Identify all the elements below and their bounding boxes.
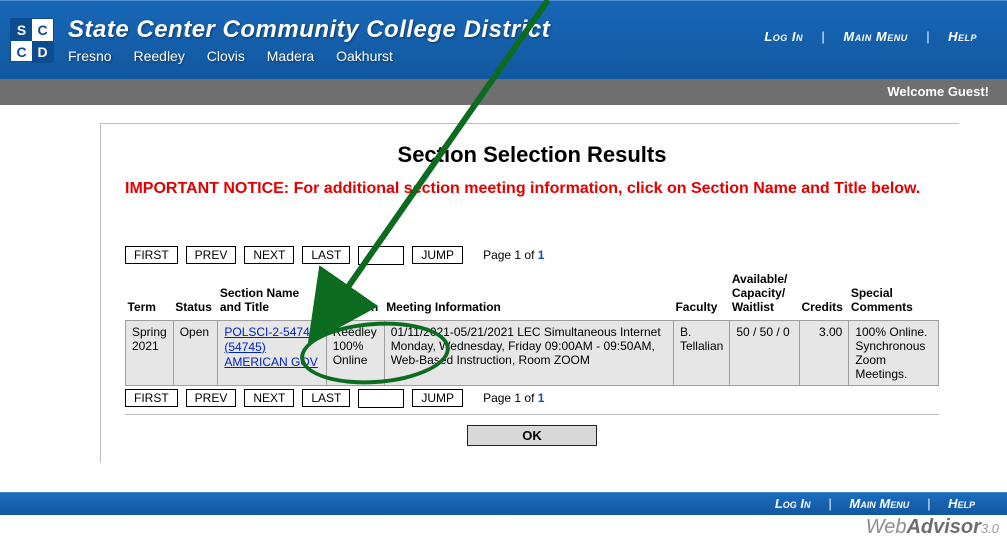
page-title: Section Selection Results (125, 142, 939, 168)
col-avail: Available/ Capacity/ Waitlist (730, 269, 800, 321)
nav-separator: | (927, 496, 931, 511)
cell-faculty: B. Tellalian (673, 320, 729, 385)
login-link[interactable]: Log In (750, 29, 817, 44)
col-status: Status (173, 269, 218, 321)
col-location: Location (326, 269, 384, 321)
help-link[interactable]: Help (934, 496, 989, 511)
col-meeting: Meeting Information (384, 269, 673, 321)
first-button[interactable]: FIRST (125, 389, 178, 407)
next-button[interactable]: NEXT (244, 246, 294, 264)
nav-separator: | (828, 496, 832, 511)
top-banner: S C C D State Center Community College D… (0, 0, 1007, 79)
col-faculty: Faculty (673, 269, 729, 321)
last-button[interactable]: LAST (302, 246, 350, 264)
col-section: Section Name and Title (218, 269, 326, 321)
table-row: Spring 2021 Open POLSCI-2-54745 (54745) … (126, 320, 939, 385)
section-link[interactable]: POLSCI-2-54745 (54745) AMERICAN GOV (224, 325, 317, 370)
campus: Fresno (68, 48, 112, 64)
login-link[interactable]: Log In (761, 496, 825, 511)
next-button[interactable]: NEXT (244, 389, 294, 407)
prev-button[interactable]: PREV (186, 246, 237, 264)
jump-button[interactable]: JUMP (412, 389, 463, 407)
prev-button[interactable]: PREV (186, 389, 237, 407)
results-table: Term Status Section Name and Title Locat… (125, 269, 939, 386)
bottom-nav: Log In | Main Menu | Help (0, 492, 1007, 515)
content-panel: Section Selection Results IMPORTANT NOTI… (100, 123, 959, 463)
page-info: Page 1 of 1 (483, 391, 544, 405)
help-link[interactable]: Help (934, 29, 991, 44)
nav-separator: | (821, 29, 825, 44)
pager-top: FIRST PREV NEXT LAST JUMP Page 1 of 1 (125, 246, 939, 265)
pager-bottom: FIRST PREV NEXT LAST JUMP Page 1 of 1 (125, 389, 939, 408)
cell-location: Reedley 100% Online (326, 320, 384, 385)
top-nav-links: Log In | Main Menu | Help (750, 29, 991, 44)
cell-comments: 100% Online. Synchronous Zoom Meetings. (849, 320, 939, 385)
cell-avail: 50 / 50 / 0 (730, 320, 800, 385)
first-button[interactable]: FIRST (125, 246, 178, 264)
jump-input[interactable] (358, 246, 404, 265)
campus: Clovis (207, 48, 245, 64)
main-menu-link[interactable]: Main Menu (829, 29, 921, 44)
campus: Reedley (133, 48, 184, 64)
last-button[interactable]: LAST (302, 389, 350, 407)
page-info: Page 1 of 1 (483, 248, 544, 262)
welcome-bar: Welcome Guest! (0, 79, 1007, 105)
table-header-row: Term Status Section Name and Title Locat… (126, 269, 939, 321)
col-comments: Special Comments (849, 269, 939, 321)
cell-meeting: 01/11/2021-05/21/2021 LEC Simultaneous I… (384, 320, 673, 385)
main-menu-link[interactable]: Main Menu (835, 496, 923, 511)
jump-button[interactable]: JUMP (412, 246, 463, 264)
divider (125, 414, 939, 415)
welcome-text: Welcome Guest! (887, 84, 989, 99)
col-term: Term (126, 269, 174, 321)
webadvisor-brand: WebAdvisor3.0 (866, 516, 999, 539)
cell-credits: 3.00 (799, 320, 848, 385)
campus-list: Fresno Reedley Clovis Madera Oakhurst (68, 48, 989, 64)
cell-term: Spring 2021 (126, 320, 174, 385)
campus: Madera (267, 48, 314, 64)
campus: Oakhurst (336, 48, 393, 64)
col-credits: Credits (799, 269, 848, 321)
important-notice: IMPORTANT NOTICE: For additional section… (125, 178, 939, 200)
district-logo-icon: S C C D (10, 18, 54, 62)
jump-input[interactable] (358, 389, 404, 408)
cell-section: POLSCI-2-54745 (54745) AMERICAN GOV (218, 320, 326, 385)
ok-button[interactable]: OK (467, 425, 597, 446)
cell-status: Open (173, 320, 218, 385)
nav-separator: | (926, 29, 930, 44)
